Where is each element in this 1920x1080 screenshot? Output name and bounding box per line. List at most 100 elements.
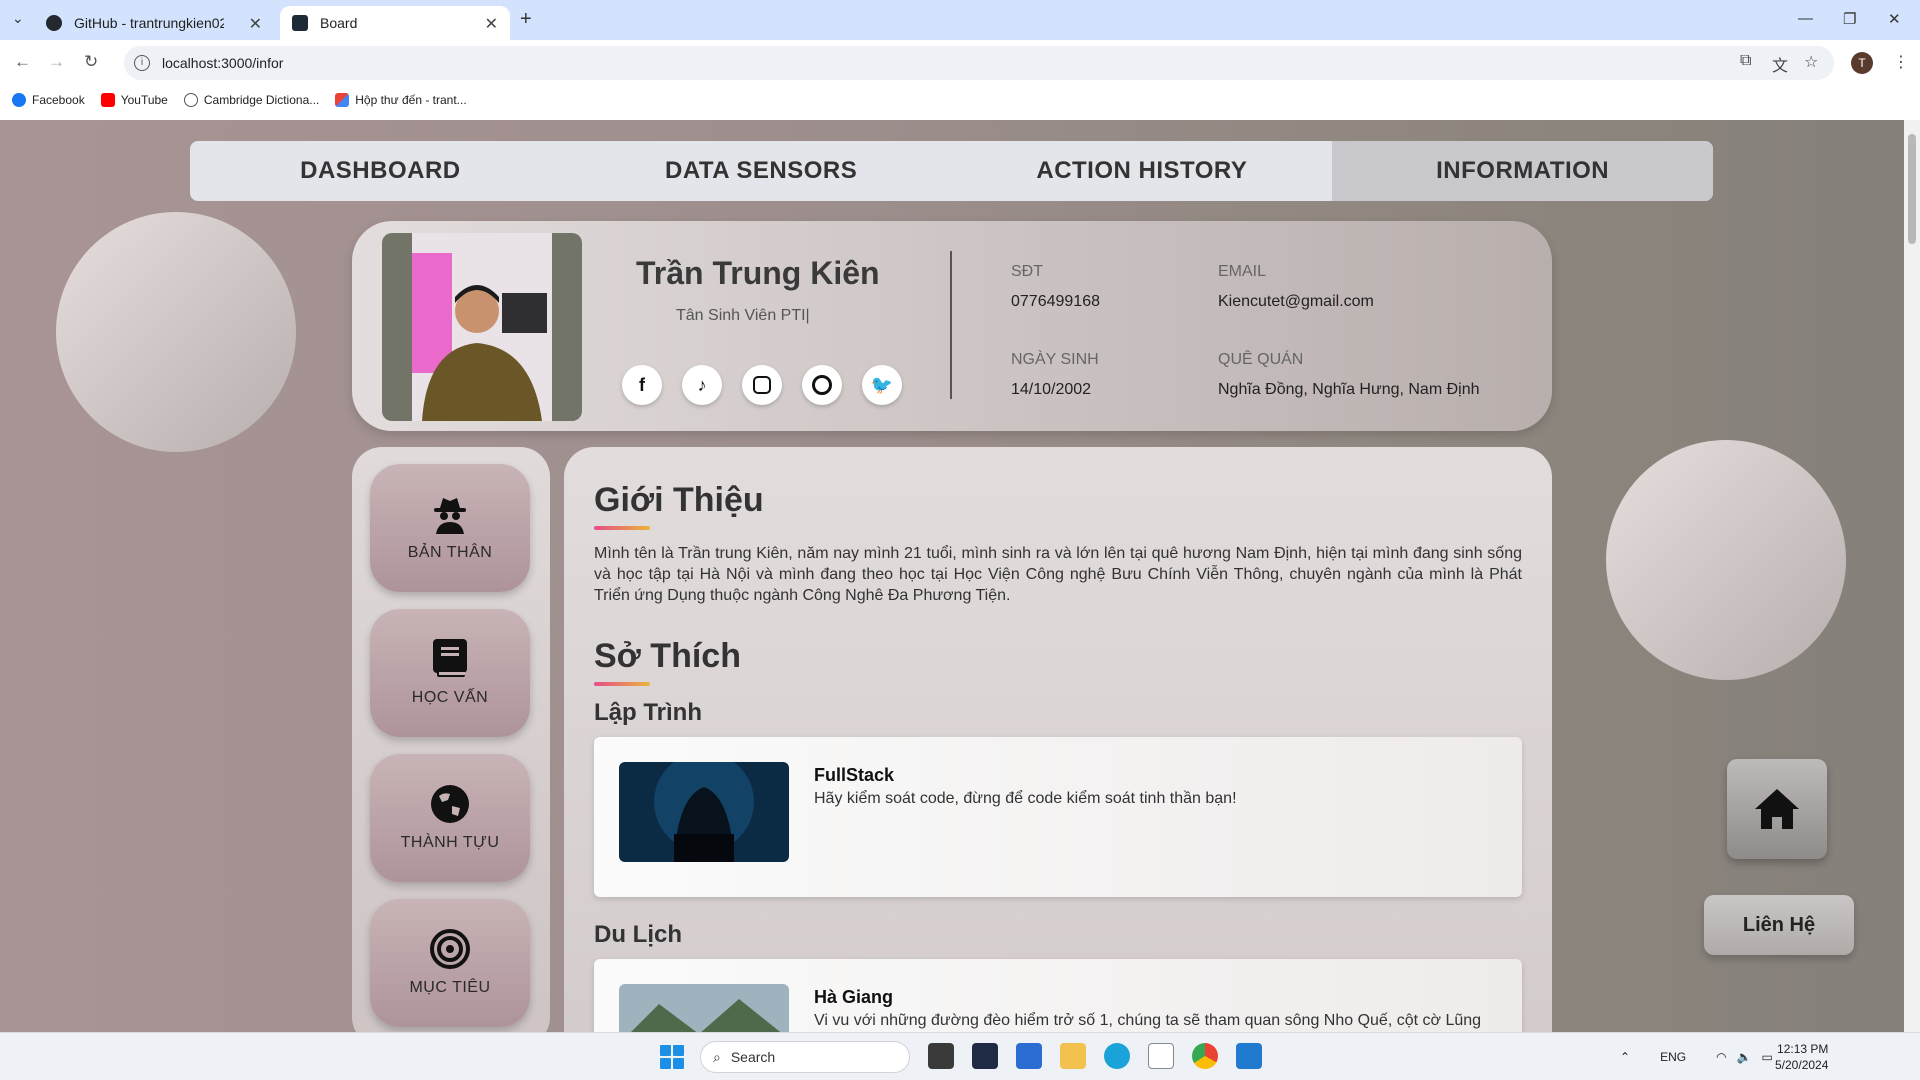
profile-card: Trần Trung Kiên Tân Sinh Viên PTI| f ♪ 🐦… — [352, 221, 1552, 431]
decor-bubble-right — [1606, 440, 1846, 680]
sidebar-item-label: THÀNH TỰU — [400, 834, 500, 851]
tab-board[interactable]: Board ✕ — [280, 6, 510, 40]
email-value: Kiencutet@gmail.com — [1218, 293, 1374, 310]
mountain-image — [619, 984, 789, 1032]
translate-icon[interactable]: 文 — [1772, 52, 1788, 76]
home-icon — [1755, 789, 1799, 829]
card-description: Vi vu với những đường đèo hiểm trở số 1,… — [814, 1012, 1482, 1029]
install-app-icon[interactable]: ⧉ — [1740, 52, 1751, 70]
sidebar-item-ban-than[interactable]: BẢN THÂN — [370, 464, 530, 592]
task-view-icon[interactable] — [928, 1043, 954, 1069]
tab-github[interactable]: GitHub - trantrungkien02/IOT ✕ — [34, 6, 274, 40]
battery-icon[interactable]: ▭ — [1762, 1050, 1773, 1064]
bookmark-cambridge[interactable]: Cambridge Dictiona... — [183, 93, 319, 107]
new-tab-button[interactable]: + — [520, 8, 532, 31]
main-nav: DASHBOARD DATA SENSORS ACTION HISTORY IN… — [190, 141, 1713, 201]
tab-search-chevron-icon[interactable]: ⌄ — [12, 10, 24, 27]
chrome-icon[interactable] — [1192, 1043, 1218, 1069]
phone-label: SĐT — [1011, 263, 1043, 280]
travel-title: Du Lịch — [594, 921, 682, 948]
devhome-icon[interactable] — [972, 1043, 998, 1069]
gmail-icon — [335, 93, 350, 107]
decor-bubble-left — [56, 212, 296, 452]
title-underline — [594, 682, 650, 686]
taskbar-search[interactable]: ⌕ Search — [700, 1041, 910, 1073]
close-window-icon[interactable]: ✕ — [1888, 10, 1901, 28]
sidebar-item-thanh-tuu[interactable]: THÀNH TỰU — [370, 754, 530, 882]
profile-avatar[interactable]: T — [1851, 52, 1873, 74]
card-title: FullStack — [814, 765, 895, 785]
back-icon[interactable]: ← — [14, 52, 31, 72]
profile-name: Trần Trung Kiên — [636, 255, 880, 291]
browser-menu-icon[interactable]: ⋮ — [1893, 52, 1909, 72]
bookmark-gmail[interactable]: Hộp thư đến - trant... — [335, 93, 467, 107]
nav-action-history[interactable]: ACTION HISTORY — [952, 141, 1333, 201]
dob-field: NGÀY SINH 14/10/2002 — [1011, 351, 1099, 399]
windows-start-icon[interactable] — [660, 1045, 684, 1069]
bookmark-facebook[interactable]: Facebook — [12, 93, 85, 107]
tiktok-icon[interactable]: ♪ — [682, 365, 722, 405]
minimize-icon[interactable]: — — [1798, 10, 1813, 27]
restore-icon[interactable]: ❐ — [1843, 10, 1856, 28]
phone-field: SĐT 0776499168 — [1011, 263, 1100, 311]
sidebar-item-hoc-van[interactable]: HỌC VẤN — [370, 609, 530, 737]
title-underline — [594, 526, 650, 530]
edge-icon[interactable] — [1104, 1043, 1130, 1069]
github-icon[interactable] — [802, 365, 842, 405]
hacker-image — [619, 762, 789, 862]
hobby-card-fullstack: FullStack Hãy kiểm soát code, đừng để co… — [594, 737, 1522, 897]
vscode-icon[interactable] — [1236, 1043, 1262, 1069]
react-favicon-icon — [292, 15, 308, 31]
content-panel: Giới Thiệu Mình tên là Trần trung Kiên, … — [564, 447, 1552, 1032]
forward-icon[interactable]: → — [48, 52, 65, 72]
bookmark-label: Facebook — [32, 93, 85, 107]
chevron-up-icon[interactable]: ⌃ — [1620, 1050, 1630, 1064]
bookmark-label: YouTube — [120, 93, 168, 107]
sidebar-item-label: BẢN THÂN — [407, 544, 493, 561]
taskbar-clock[interactable]: 12:13 PM 5/20/2024 — [1775, 1041, 1828, 1073]
email-label: EMAIL — [1218, 263, 1267, 280]
reload-icon[interactable]: ↻ — [84, 52, 98, 72]
nav-information[interactable]: INFORMATION — [1332, 141, 1713, 201]
facebook-icon[interactable]: f — [622, 365, 662, 405]
dob-value: 14/10/2002 — [1011, 381, 1092, 398]
file-explorer-icon[interactable] — [1060, 1043, 1086, 1069]
book-icon — [430, 639, 470, 679]
browser-tab-strip: ⌄ GitHub - trantrungkien02/IOT ✕ Board ✕… — [0, 0, 1920, 40]
tab-title: Board — [320, 15, 358, 31]
home-button[interactable] — [1727, 759, 1827, 859]
store-icon[interactable] — [1016, 1043, 1042, 1069]
contact-button[interactable]: Liên Hệ — [1704, 895, 1854, 955]
notepad-icon[interactable] — [1148, 1043, 1174, 1069]
address-bar[interactable]: i localhost:3000/infor — [124, 46, 1834, 80]
hometown-label: QUÊ QUÁN — [1218, 351, 1304, 368]
programming-title: Lập Trình — [594, 699, 702, 726]
bookmark-youtube[interactable]: YouTube — [100, 93, 168, 107]
bookmark-star-icon[interactable]: ☆ — [1804, 52, 1818, 72]
section-sidebar: BẢN THÂN HỌC VẤN THÀNH TỰU MỤC TIÊU — [352, 447, 550, 1032]
clock-time: 12:13 PM — [1777, 1042, 1829, 1056]
social-links: f ♪ 🐦 — [622, 365, 902, 405]
bookmark-label: Hộp thư đến - trant... — [355, 93, 467, 107]
wifi-icon[interactable]: ◠ — [1716, 1050, 1726, 1064]
nav-dashboard[interactable]: DASHBOARD — [190, 141, 571, 201]
sidebar-item-muc-tieu[interactable]: MỤC TIÊU — [370, 899, 530, 1027]
volume-icon[interactable]: 🔈 — [1737, 1050, 1752, 1064]
close-tab-icon[interactable]: ✕ — [485, 14, 498, 34]
page-scrollbar[interactable] — [1904, 120, 1920, 1032]
site-info-icon[interactable]: i — [134, 55, 150, 71]
instagram-icon[interactable] — [742, 365, 782, 405]
github-favicon-icon — [46, 15, 62, 31]
hobby-card-ha-giang: Hà Giang Vi vu với những đường đèo hiểm … — [594, 959, 1522, 1032]
target-icon — [430, 929, 470, 969]
windows-taskbar: ⌕ Search ⌃ ENG ◠ 🔈 ▭ 12:13 PM 5/20/2024 — [0, 1032, 1920, 1080]
close-tab-icon[interactable]: ✕ — [249, 14, 262, 34]
profile-role: Tân Sinh Viên PTI| — [676, 307, 810, 324]
system-tray: ⌃ ENG ◠ 🔈 ▭ — [1620, 1033, 1773, 1080]
language-indicator[interactable]: ENG — [1660, 1050, 1686, 1064]
hobby-title: Sở Thích — [594, 637, 741, 675]
twitter-icon[interactable]: 🐦 — [862, 365, 902, 405]
intro-text: Mình tên là Trần trung Kiên, năm nay mìn… — [594, 545, 1522, 604]
scrollbar-thumb[interactable] — [1908, 134, 1916, 244]
nav-data-sensors[interactable]: DATA SENSORS — [571, 141, 952, 201]
